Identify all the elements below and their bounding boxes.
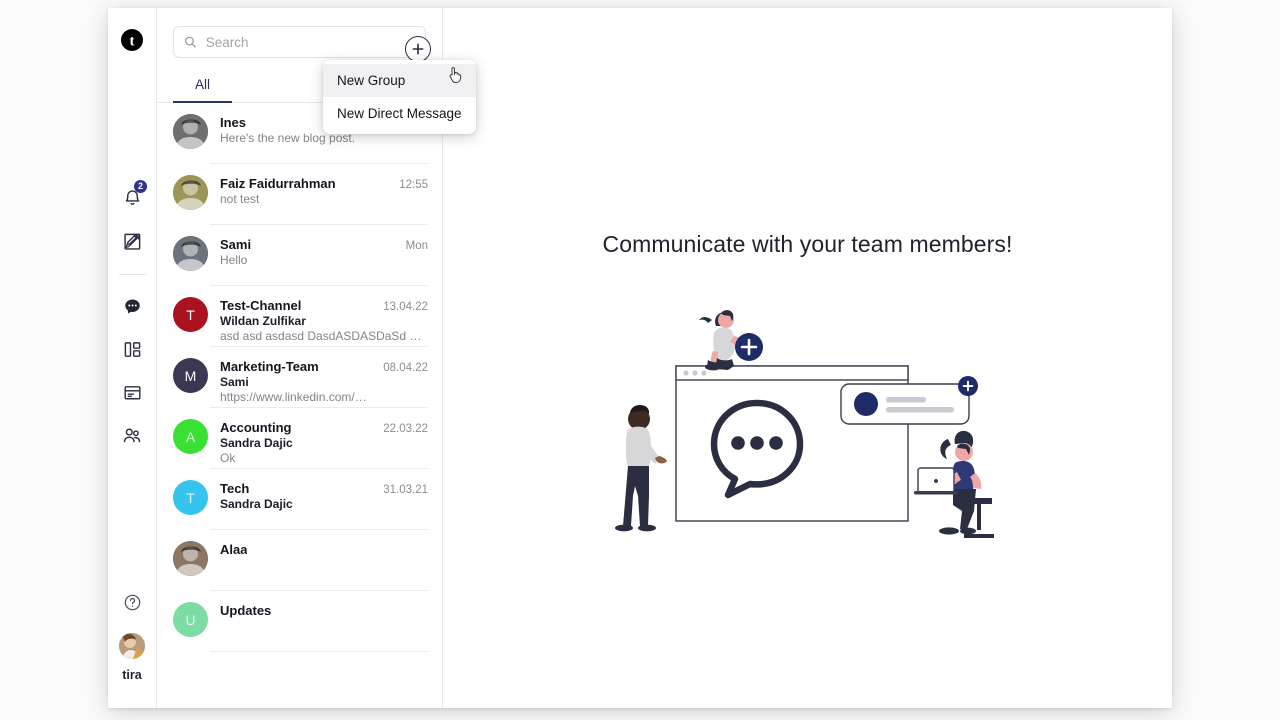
conversation-preview: Ok	[220, 451, 236, 465]
conversation-header: Alaa	[220, 542, 428, 557]
help-circle-icon	[124, 594, 140, 610]
menu-item-new-direct-message[interactable]: New Direct Message	[323, 97, 476, 130]
plus-icon	[412, 43, 424, 55]
conversation-header: Faiz Faidurrahman 12:55	[220, 176, 428, 191]
conversation-sender: Sandra Dajic	[220, 436, 293, 450]
icon-rail: t 2 tira	[108, 8, 157, 708]
conversation-row[interactable]: T Test-Channel 13.04.22 Wildan Zulfikar asd …	[157, 286, 442, 347]
conversation-header: Marketing-Team 08.04.22	[220, 359, 428, 374]
conversation-title: Updates	[220, 603, 272, 618]
conversation-header: Updates	[220, 603, 428, 618]
conversation-avatar	[173, 175, 208, 210]
conversation-header: Test-Channel 13.04.22	[220, 298, 428, 313]
conversation-avatar: A	[173, 419, 208, 454]
conversation-avatar: M	[173, 358, 208, 393]
conversation-row[interactable]: M Marketing-Team 08.04.22 Sami https://www.l…	[157, 347, 442, 408]
conversation-header: Accounting 22.03.22	[220, 420, 428, 435]
rail-username: tira	[122, 668, 142, 682]
conversation-avatar	[173, 541, 208, 576]
conversation-sender: Sandra Dajic	[220, 497, 293, 511]
calendar-icon	[123, 385, 141, 399]
conversation-body: Faiz Faidurrahman 12:55 not test	[220, 175, 428, 225]
conversation-sender: Wildan Zulfikar	[220, 314, 306, 328]
conversation-body: Sami Mon Hello	[220, 236, 428, 286]
rail-item-dashboard[interactable]	[115, 332, 149, 366]
user-avatar[interactable]	[119, 633, 145, 659]
conversation-avatar: T	[173, 480, 208, 515]
people-icon	[123, 428, 140, 442]
rail-item-help[interactable]	[115, 585, 149, 619]
conversation-timestamp: 12:55	[399, 179, 428, 191]
brand-logo[interactable]: t	[120, 28, 144, 52]
rail-item-calendar[interactable]	[115, 375, 149, 409]
conversation-avatar: T	[173, 297, 208, 332]
brand-logo-letter: t	[130, 34, 135, 50]
conversation-preview: not test	[220, 192, 260, 206]
search-input[interactable]	[205, 34, 415, 50]
conversation-timestamp: 13.04.22	[383, 301, 428, 313]
conversation-row[interactable]: Alaa	[157, 530, 442, 591]
conversation-body: Tech 31.03.21 Sandra Dajic	[220, 480, 428, 530]
dashboard-grid-icon	[124, 341, 140, 357]
conversation-title: Sami	[220, 237, 252, 252]
new-conversation-button[interactable]	[405, 36, 431, 62]
pointer-cursor-icon	[448, 66, 464, 84]
conversation-header: Tech 31.03.21	[220, 481, 428, 496]
conversation-row[interactable]: U Updates	[157, 591, 442, 652]
chat-bubble-icon	[124, 298, 140, 314]
conversation-body: Updates	[220, 602, 428, 652]
conversation-body: Marketing-Team 08.04.22 Sami https://www.li…	[220, 358, 428, 408]
row-separator	[210, 651, 428, 652]
rail-divider	[118, 274, 146, 275]
rail-item-contacts[interactable]	[115, 418, 149, 452]
conversation-timestamp: Mon	[405, 240, 428, 252]
tab-all[interactable]: All	[173, 71, 233, 103]
compose-icon	[123, 233, 140, 250]
conversation-title: Tech	[220, 481, 250, 496]
conversation-row[interactable]: Sami Mon Hello	[157, 225, 442, 286]
rail-primary-group: 2	[115, 180, 149, 452]
conversation-timestamp: 08.04.22	[383, 362, 428, 374]
team-communication-illustration	[608, 286, 1008, 561]
conversation-timestamp: 31.03.21	[383, 484, 428, 496]
conversation-body: Accounting 22.03.22 Sandra Dajic Ok	[220, 419, 428, 469]
conversation-header: Sami Mon	[220, 237, 428, 252]
conversation-title: Accounting	[220, 420, 292, 435]
conversation-preview: Hello	[220, 253, 248, 267]
rail-item-chats[interactable]	[115, 289, 149, 323]
conversation-title: Test-Channel	[220, 298, 302, 313]
conversation-title: Faiz Faidurrahman	[220, 176, 336, 191]
conversation-avatar: U	[173, 602, 208, 637]
conversation-title: Alaa	[220, 542, 248, 557]
new-conversation-menu: New Group New Direct Message	[323, 60, 476, 134]
conversation-sidebar: All InesHere's the new blog post.Faiz Fa…	[157, 8, 476, 708]
conversation-list[interactable]: Ines Here's the new blog post. Faiz Faidur…	[157, 103, 442, 708]
conversation-row[interactable]: A Accounting 22.03.22 Sandra Dajic Ok	[157, 408, 442, 469]
conversation-title: Ines	[220, 115, 247, 130]
rail-item-compose[interactable]	[115, 224, 149, 258]
search-box[interactable]	[173, 26, 426, 58]
conversation-timestamp: 22.03.22	[383, 423, 428, 435]
conversation-preview: asd asd asdasd DasdASDASDaSd asd A…	[220, 329, 428, 343]
search-icon	[184, 36, 196, 48]
notifications-badge: 2	[134, 180, 147, 193]
conversation-avatar	[173, 236, 208, 271]
sidebar-header	[157, 8, 442, 58]
rail-bottom-group: tira	[115, 585, 149, 682]
conversation-preview: https://www.linkedin.com/…	[220, 390, 367, 404]
conversation-sender: Sami	[220, 375, 249, 389]
empty-state-title: Communicate with your team members!	[602, 231, 1013, 257]
conversation-body: Test-Channel 13.04.22 Wildan Zulfikar asd a…	[220, 297, 428, 347]
conversation-row[interactable]: T Tech 31.03.21 Sandra Dajic	[157, 469, 442, 530]
app-window: t 2 tira Search All Ines Here's the new …	[108, 8, 1172, 708]
conversation-row[interactable]: Faiz Faidurrahman 12:55 not test	[157, 164, 442, 225]
conversation-body: Alaa	[220, 541, 428, 591]
conversation-avatar	[173, 114, 208, 149]
main-empty-state: Communicate with your team members!	[443, 8, 1172, 708]
conversation-title: Marketing-Team	[220, 359, 319, 374]
rail-item-notifications[interactable]: 2	[115, 180, 149, 215]
